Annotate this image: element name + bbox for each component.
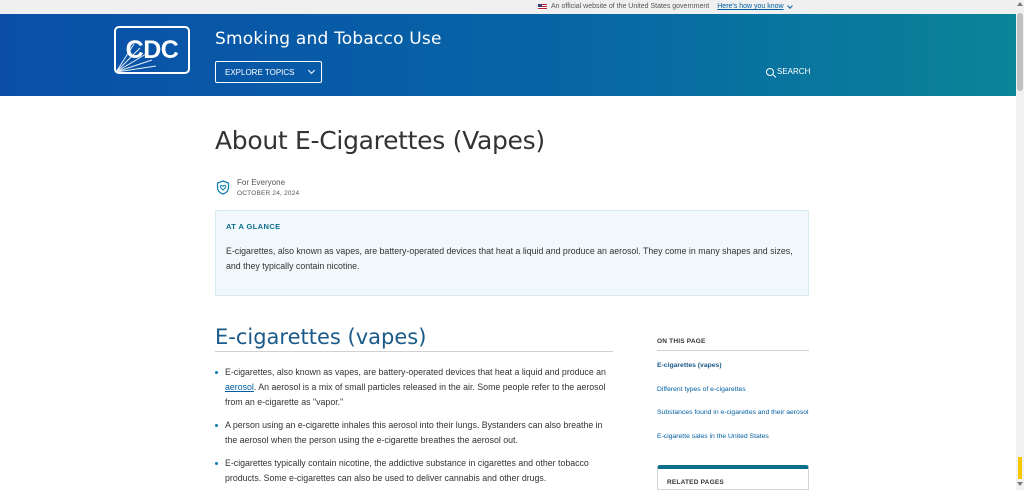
gov-banner: An official website of the United States… — [0, 0, 1016, 14]
explore-topics-label: EXPLORE TOPICS — [225, 67, 295, 77]
logo-text: CDC — [125, 35, 179, 64]
site-header: CDC Smoking and Tobacco Use EXPLORE TOPI… — [0, 14, 1016, 96]
section-heading: E-cigarettes (vapes) — [215, 325, 427, 349]
scrollbar[interactable] — [1016, 0, 1024, 490]
list-item: A person using an e-cigarette inhales th… — [215, 418, 615, 448]
us-flag-icon — [538, 3, 547, 10]
audience-label: For Everyone — [237, 178, 286, 187]
on-this-page-nav: E-cigarettes (vapes) Different types of … — [657, 362, 809, 456]
shield-heart-icon — [216, 180, 230, 195]
scroll-up-arrow-icon[interactable] — [1017, 2, 1023, 6]
divider — [215, 351, 613, 352]
heres-how-you-know-link[interactable]: Here's how you know — [717, 3, 783, 10]
toc-link-sales[interactable]: E-cigarette sales in the United States — [657, 433, 809, 457]
on-this-page-label: ON THIS PAGE — [657, 338, 706, 345]
list-item: E-cigarettes typically contain nicotine,… — [215, 456, 615, 486]
toc-link-types[interactable]: Different types of e-cigarettes — [657, 386, 809, 410]
site-title[interactable]: Smoking and Tobacco Use — [215, 29, 442, 49]
page-title: About E-Cigarettes (Vapes) — [215, 126, 545, 155]
scrollbar-thumb[interactable] — [1017, 13, 1023, 91]
search-button[interactable]: SEARCH — [766, 67, 810, 76]
cdc-logo[interactable]: CDC — [114, 26, 190, 74]
chevron-down-icon[interactable] — [786, 2, 793, 9]
aerosol-link[interactable]: aerosol — [225, 382, 254, 392]
scroll-down-arrow-icon[interactable] — [1017, 482, 1023, 486]
bullet-text: . An aerosol is a mix of small particles… — [225, 382, 606, 407]
scroll-marker — [1018, 457, 1022, 479]
related-pages-label: RELATED PAGES — [667, 479, 724, 486]
list-item: E-cigarettes, also known as vapes, are b… — [215, 365, 615, 410]
toc-link-substances[interactable]: Substances found in e-cigarettes and the… — [657, 409, 809, 433]
toc-link-e-cigarettes[interactable]: E-cigarettes (vapes) — [657, 362, 809, 386]
at-a-glance-label: AT A GLANCE — [226, 222, 281, 231]
bullet-list: E-cigarettes, also known as vapes, are b… — [215, 365, 615, 490]
divider — [657, 350, 809, 351]
chevron-down-icon — [307, 66, 315, 75]
publish-date: OCTOBER 24, 2024 — [237, 190, 300, 197]
explore-topics-button[interactable]: EXPLORE TOPICS — [215, 61, 322, 83]
at-a-glance-text: E-cigarettes, also known as vapes, are b… — [226, 246, 793, 271]
search-icon — [766, 67, 774, 76]
bullet-text: E-cigarettes, also known as vapes, are b… — [225, 367, 606, 377]
gov-banner-text: An official website of the United States… — [551, 3, 710, 10]
at-a-glance-box: AT A GLANCE E-cigarettes, also known as … — [215, 210, 809, 296]
search-label: SEARCH — [777, 67, 811, 76]
related-pages-box: RELATED PAGES — [657, 465, 809, 490]
